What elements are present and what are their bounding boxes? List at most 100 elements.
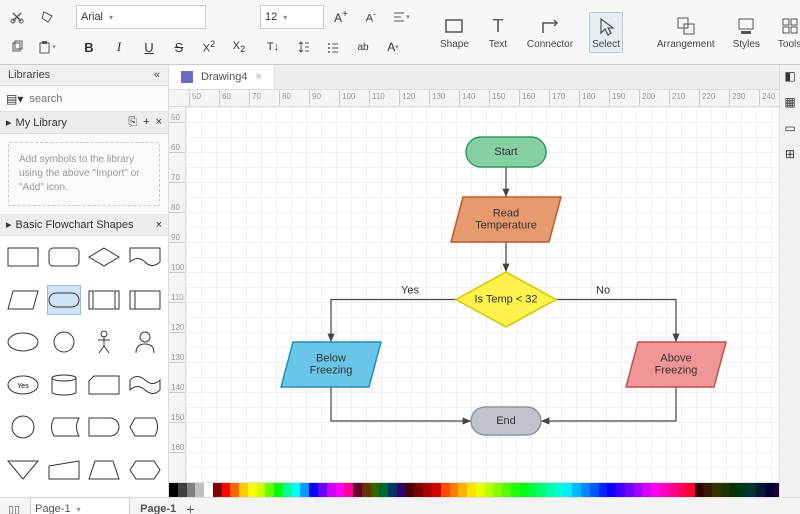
- align-button[interactable]: ▾: [388, 4, 414, 30]
- color-swatch[interactable]: [230, 483, 239, 497]
- shape-annotation[interactable]: Yes: [6, 370, 41, 400]
- shape-ellipse[interactable]: [6, 327, 41, 357]
- font-family-select[interactable]: Arial▾: [76, 5, 206, 29]
- line-spacing-button[interactable]: [290, 34, 316, 60]
- collapse-icon[interactable]: «: [154, 69, 160, 81]
- subscript-button[interactable]: X2: [226, 34, 252, 60]
- font-color-button[interactable]: A▾: [380, 34, 406, 60]
- text-case-button[interactable]: T↓: [260, 34, 286, 60]
- tools-menu[interactable]: Tools: [776, 13, 800, 52]
- color-swatch[interactable]: [555, 483, 564, 497]
- shape-circle2[interactable]: [6, 412, 41, 442]
- color-swatch[interactable]: [265, 483, 274, 497]
- styles-tool[interactable]: Styles: [731, 13, 762, 52]
- color-swatch[interactable]: [660, 483, 669, 497]
- page-select[interactable]: Page-1▾: [30, 497, 130, 514]
- shape-trapezoid[interactable]: [87, 455, 122, 485]
- shape-terminator[interactable]: [47, 285, 82, 315]
- strikethrough-button[interactable]: S: [166, 34, 192, 60]
- shape-document[interactable]: [128, 242, 163, 272]
- decrease-font-button[interactable]: A-: [358, 4, 384, 30]
- shape-parallelogram[interactable]: [6, 285, 41, 315]
- search-input[interactable]: [27, 91, 173, 107]
- color-swatch[interactable]: [686, 483, 695, 497]
- color-swatch[interactable]: [432, 483, 441, 497]
- color-swatch[interactable]: [476, 483, 485, 497]
- color-swatch[interactable]: [625, 483, 634, 497]
- color-swatch[interactable]: [318, 483, 327, 497]
- color-swatch[interactable]: [756, 483, 765, 497]
- shape-user[interactable]: [128, 327, 163, 357]
- color-swatch[interactable]: [748, 483, 757, 497]
- color-swatch[interactable]: [485, 483, 494, 497]
- color-swatch[interactable]: [309, 483, 318, 497]
- add-icon[interactable]: +: [143, 116, 149, 129]
- panel-tool-3[interactable]: ▭: [783, 121, 797, 135]
- color-swatch[interactable]: [406, 483, 415, 497]
- color-swatch[interactable]: [537, 483, 546, 497]
- text-tool[interactable]: T Text: [485, 13, 511, 52]
- import-icon[interactable]: ⎘: [128, 116, 137, 129]
- cut-button[interactable]: [4, 4, 30, 30]
- color-swatch[interactable]: [371, 483, 380, 497]
- panel-tool-4[interactable]: ⊞: [783, 147, 797, 161]
- color-swatch[interactable]: [274, 483, 283, 497]
- connector-tool[interactable]: Connector: [525, 13, 575, 52]
- superscript-button[interactable]: X2: [196, 34, 222, 60]
- close-section-icon[interactable]: ×: [156, 116, 162, 129]
- shape-card[interactable]: [87, 370, 122, 400]
- document-tab[interactable]: Drawing4 ×: [169, 65, 275, 89]
- color-swatch[interactable]: [467, 483, 476, 497]
- shape-predefined[interactable]: [87, 285, 122, 315]
- shape-tool[interactable]: Shape: [438, 13, 471, 52]
- shape-diamond[interactable]: [87, 242, 122, 272]
- color-swatch[interactable]: [239, 483, 248, 497]
- color-swatch[interactable]: [712, 483, 721, 497]
- color-swatch[interactable]: [520, 483, 529, 497]
- color-swatch[interactable]: [765, 483, 774, 497]
- shape-display[interactable]: [128, 412, 163, 442]
- color-swatch[interactable]: [616, 483, 625, 497]
- select-tool[interactable]: Select: [589, 12, 623, 53]
- shape-actor[interactable]: [87, 327, 122, 357]
- color-swatch[interactable]: [379, 483, 388, 497]
- color-swatch[interactable]: [292, 483, 301, 497]
- color-swatch[interactable]: [511, 483, 520, 497]
- shape-manual-input[interactable]: [47, 455, 82, 485]
- panel-tool-2[interactable]: ▦: [783, 107, 797, 109]
- shape-hexagon[interactable]: [128, 455, 163, 485]
- text-transform-button[interactable]: ab: [350, 34, 376, 60]
- color-swatch[interactable]: [169, 483, 178, 497]
- shape-internal-storage[interactable]: [128, 285, 163, 315]
- font-size-select[interactable]: 12▾: [260, 5, 324, 29]
- color-swatch[interactable]: [178, 483, 187, 497]
- color-swatch[interactable]: [222, 483, 231, 497]
- color-swatch[interactable]: [634, 483, 643, 497]
- shape-rect[interactable]: [6, 242, 41, 272]
- color-swatch[interactable]: [458, 483, 467, 497]
- arrangement-tool[interactable]: Arrangement: [655, 13, 717, 52]
- shapes-header[interactable]: ▸Basic Flowchart Shapes ×: [0, 214, 168, 236]
- underline-button[interactable]: U: [136, 34, 162, 60]
- color-swatch[interactable]: [257, 483, 266, 497]
- color-swatch[interactable]: [213, 483, 222, 497]
- paste-button[interactable]: ▾: [34, 34, 60, 60]
- shape-stored-data[interactable]: [47, 412, 82, 442]
- color-swatch[interactable]: [642, 483, 651, 497]
- color-swatch[interactable]: [414, 483, 423, 497]
- shape-offpage[interactable]: [6, 455, 41, 485]
- color-swatch[interactable]: [353, 483, 362, 497]
- color-swatch[interactable]: [590, 483, 599, 497]
- color-swatch[interactable]: [581, 483, 590, 497]
- shape-delay[interactable]: [87, 412, 122, 442]
- color-swatch[interactable]: [721, 483, 730, 497]
- library-dropdown-icon[interactable]: ▤▾: [6, 92, 23, 106]
- copy-button[interactable]: [4, 34, 30, 60]
- color-swatch[interactable]: [344, 483, 353, 497]
- color-swatch[interactable]: [195, 483, 204, 497]
- color-swatch[interactable]: [248, 483, 257, 497]
- page-layout-icon[interactable]: ▯▯: [8, 503, 20, 514]
- color-swatch[interactable]: [677, 483, 686, 497]
- color-swatch[interactable]: [441, 483, 450, 497]
- color-swatch[interactable]: [204, 483, 213, 497]
